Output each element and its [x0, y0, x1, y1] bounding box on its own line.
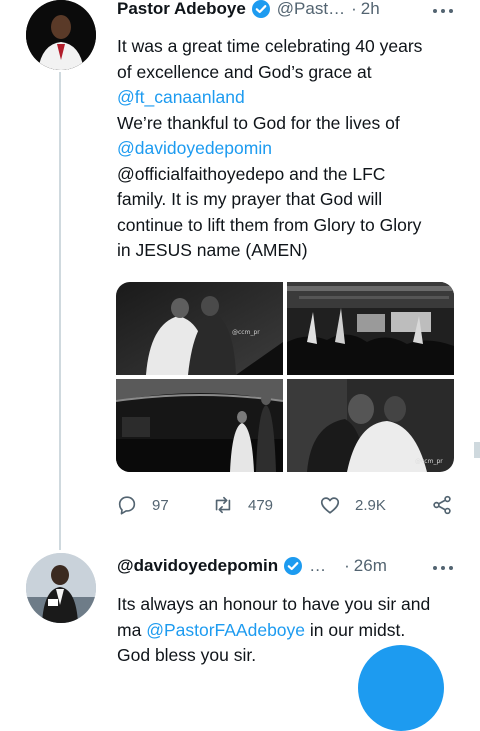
tweet1-text: It was a great time celebrating 40 years… — [117, 34, 462, 264]
photo-watermark: @ccm_pr — [415, 458, 443, 465]
tweet1-line: of excellence and God’s grace at — [117, 61, 372, 82]
tweet2-handle[interactable]: … — [309, 556, 326, 576]
avatar-davidoyedepomin[interactable] — [26, 553, 96, 623]
tweet2-timestamp[interactable]: 26m — [354, 556, 387, 576]
tweet1-handle[interactable]: @Past… — [277, 0, 345, 19]
tweet2-header: @davidoyedepomin … · 26m — [117, 555, 387, 577]
photo-4[interactable]: @ccm_pr — [287, 379, 454, 472]
like-button[interactable]: 2.9K — [319, 492, 386, 518]
separator-dot: · — [344, 556, 350, 575]
share-icon — [433, 495, 451, 515]
tweet1-display-name[interactable]: Pastor Adeboye — [117, 0, 246, 19]
separator-dot: · — [351, 0, 357, 18]
more-horizontal-icon[interactable] — [432, 564, 454, 572]
share-button[interactable] — [431, 492, 467, 518]
tweet1-timestamp[interactable]: 2h — [361, 0, 380, 19]
avatar-pastor-adeboye[interactable] — [26, 0, 96, 70]
mention-pastorfaadeboye[interactable]: @PastorFAAdeboye — [146, 620, 305, 640]
scrollbar-thumb[interactable] — [474, 442, 480, 458]
tweet1-action-bar: 97 479 2.9K — [116, 492, 461, 518]
tweet2-line-prefix: ma — [117, 619, 147, 640]
tweet1-line: in JESUS name (AMEN) — [117, 240, 308, 260]
compose-tweet-button[interactable] — [358, 645, 444, 731]
reply-icon — [118, 496, 136, 515]
more-horizontal-icon[interactable] — [432, 7, 454, 15]
mention-ft-canaanland[interactable]: @ft_canaanland — [117, 85, 462, 111]
reply-button[interactable]: 97 — [116, 492, 169, 518]
tweet2-line: Its always an honour to have you sir and — [117, 594, 431, 614]
tweet1-line: @officialfaithoyedepo and the LFC — [117, 163, 386, 184]
tweet1-line: family. It is my prayer that God will — [117, 189, 383, 209]
verified-badge-icon — [251, 0, 271, 19]
photo-2[interactable] — [287, 282, 454, 375]
retweet-button[interactable]: 479 — [212, 492, 273, 518]
retweet-icon — [215, 496, 231, 514]
tweet2-line: ma @PastorFAAdeboye in our midst. — [117, 618, 462, 644]
tweet2-display-name[interactable]: @davidoyedepomin — [117, 556, 278, 576]
reply-count: 97 — [152, 496, 169, 514]
tweet1-line: It was a great time celebrating 40 years — [117, 36, 423, 56]
like-count: 2.9K — [355, 496, 386, 514]
photo-watermark: @ccm_pr — [232, 329, 260, 336]
tweet2-line-suffix: in our midst. — [305, 619, 406, 640]
tweet1-line: continue to lift them from Glory to Glor… — [117, 214, 422, 235]
retweet-count: 479 — [248, 496, 274, 514]
verified-badge-icon — [283, 556, 303, 576]
tweet1-photo-grid: @ccm_pr @ccm_pr — [116, 282, 454, 472]
thread-connector-line — [59, 72, 61, 550]
photo-1[interactable]: @ccm_pr — [116, 282, 283, 375]
tweet1-line: We’re thankful to God for the lives of — [117, 112, 400, 133]
photo-3[interactable] — [116, 379, 283, 472]
mention-davidoyedepomin[interactable]: @davidoyedepomin — [117, 136, 462, 162]
tweet1-header: Pastor Adeboye @Past… · 2h — [117, 0, 380, 20]
heart-icon — [320, 497, 340, 514]
